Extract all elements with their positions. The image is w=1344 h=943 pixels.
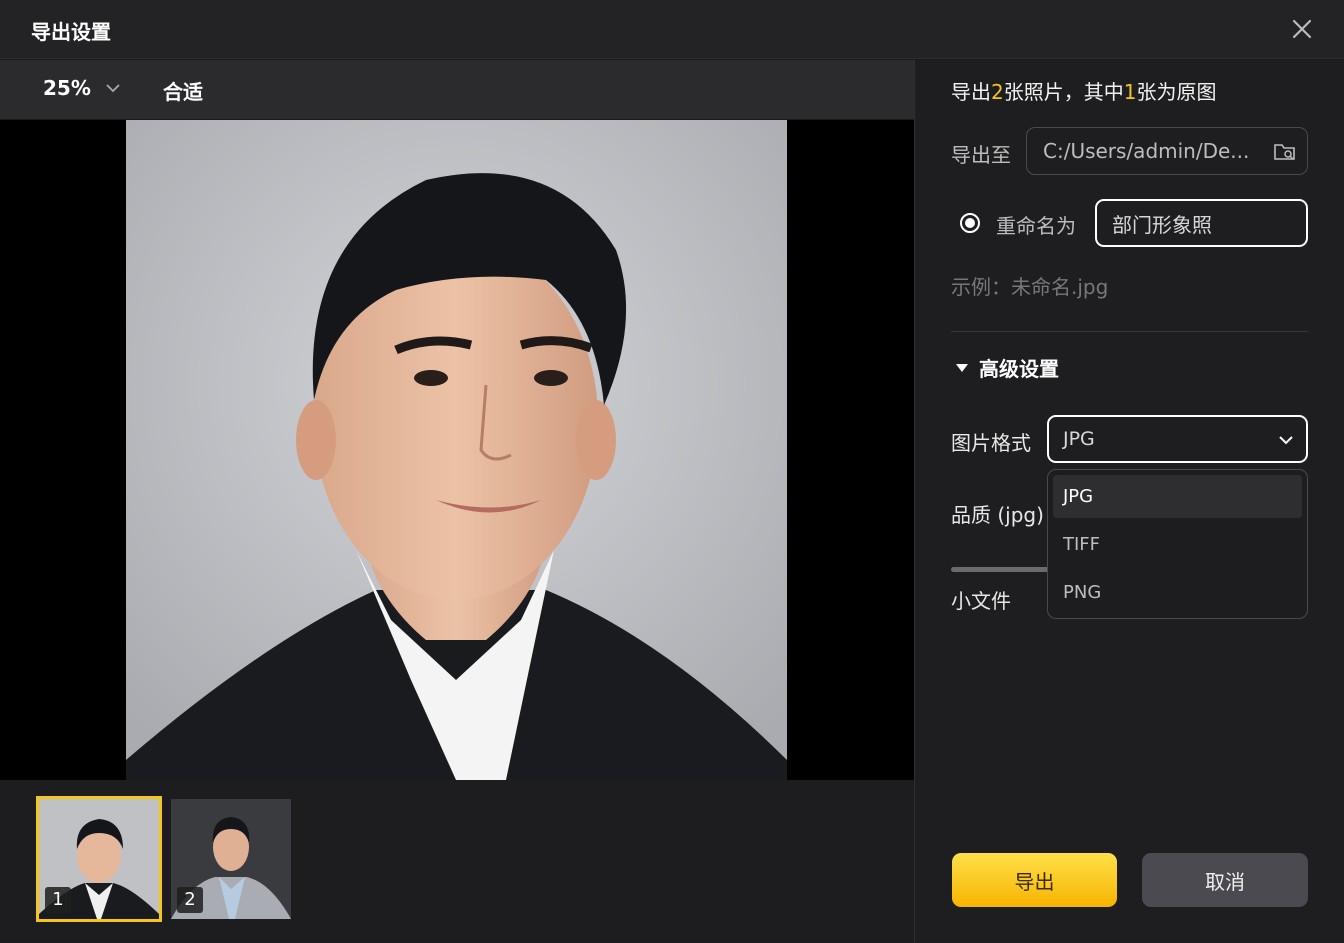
export-to-label: 导出至 [951, 143, 1011, 167]
section-divider [951, 331, 1308, 332]
chevron-down-icon [106, 84, 120, 93]
folder-search-icon[interactable] [1273, 140, 1297, 164]
export-path-value: C:/Users/admin/De... [1043, 139, 1250, 163]
caret-down-icon [956, 363, 968, 372]
quality-label: 品质 (jpg) [951, 503, 1044, 527]
close-icon[interactable] [1288, 15, 1316, 43]
export-path-field[interactable]: C:/Users/admin/De... [1026, 127, 1308, 175]
chevron-down-icon [1279, 436, 1293, 445]
format-option-png[interactable]: PNG [1053, 571, 1302, 614]
title-bar: 导出设置 [0, 0, 1344, 59]
format-option-jpg[interactable]: JPG [1053, 475, 1302, 518]
format-dropdown-menu: JPG TIFF PNG [1047, 469, 1308, 619]
export-summary: 导出2张照片，其中1张为原图 [951, 76, 1216, 105]
original-count: 1 [1123, 80, 1137, 104]
summary-text: 张照片，其中 [1003, 80, 1124, 104]
format-select[interactable]: JPG [1047, 415, 1308, 463]
portrait-photo [126, 120, 787, 780]
zoom-dropdown[interactable]: 25% [43, 76, 121, 100]
zoom-value: 25% [43, 76, 91, 100]
format-value: JPG [1063, 428, 1095, 450]
thumbnail-number: 2 [177, 887, 203, 913]
filename-example: 示例：未命名.jpg [951, 275, 1109, 299]
settings-panel: 导出2张照片，其中1张为原图 导出至 C:/Users/admin/De... … [915, 60, 1344, 943]
thumbnail-number: 1 [45, 887, 71, 913]
format-option-tiff[interactable]: TIFF [1053, 523, 1302, 566]
summary-text: 导出 [951, 80, 991, 104]
thumbnail-1[interactable]: 1 [36, 796, 162, 922]
small-file-label: 小文件 [951, 589, 1011, 613]
photo-count: 2 [991, 80, 1004, 104]
fit-button[interactable]: 合适 [163, 76, 203, 105]
summary-text: 张为原图 [1136, 80, 1217, 104]
photo-preview [0, 120, 914, 780]
thumbnail-strip: 1 2 [0, 780, 914, 943]
preview-toolbar: 25% 合适 [0, 60, 914, 119]
rename-input[interactable] [1095, 199, 1308, 247]
dialog-title: 导出设置 [31, 20, 111, 44]
rename-label: 重命名为 [996, 214, 1076, 238]
thumbnail-2[interactable]: 2 [171, 799, 291, 919]
format-label: 图片格式 [951, 431, 1031, 455]
export-button[interactable]: 导出 [952, 853, 1117, 907]
cancel-button[interactable]: 取消 [1142, 853, 1308, 907]
quality-slider[interactable] [951, 567, 1051, 572]
advanced-settings-label: 高级设置 [979, 357, 1059, 381]
advanced-settings-toggle[interactable]: 高级设置 [955, 353, 1059, 382]
rename-radio[interactable] [960, 213, 980, 233]
